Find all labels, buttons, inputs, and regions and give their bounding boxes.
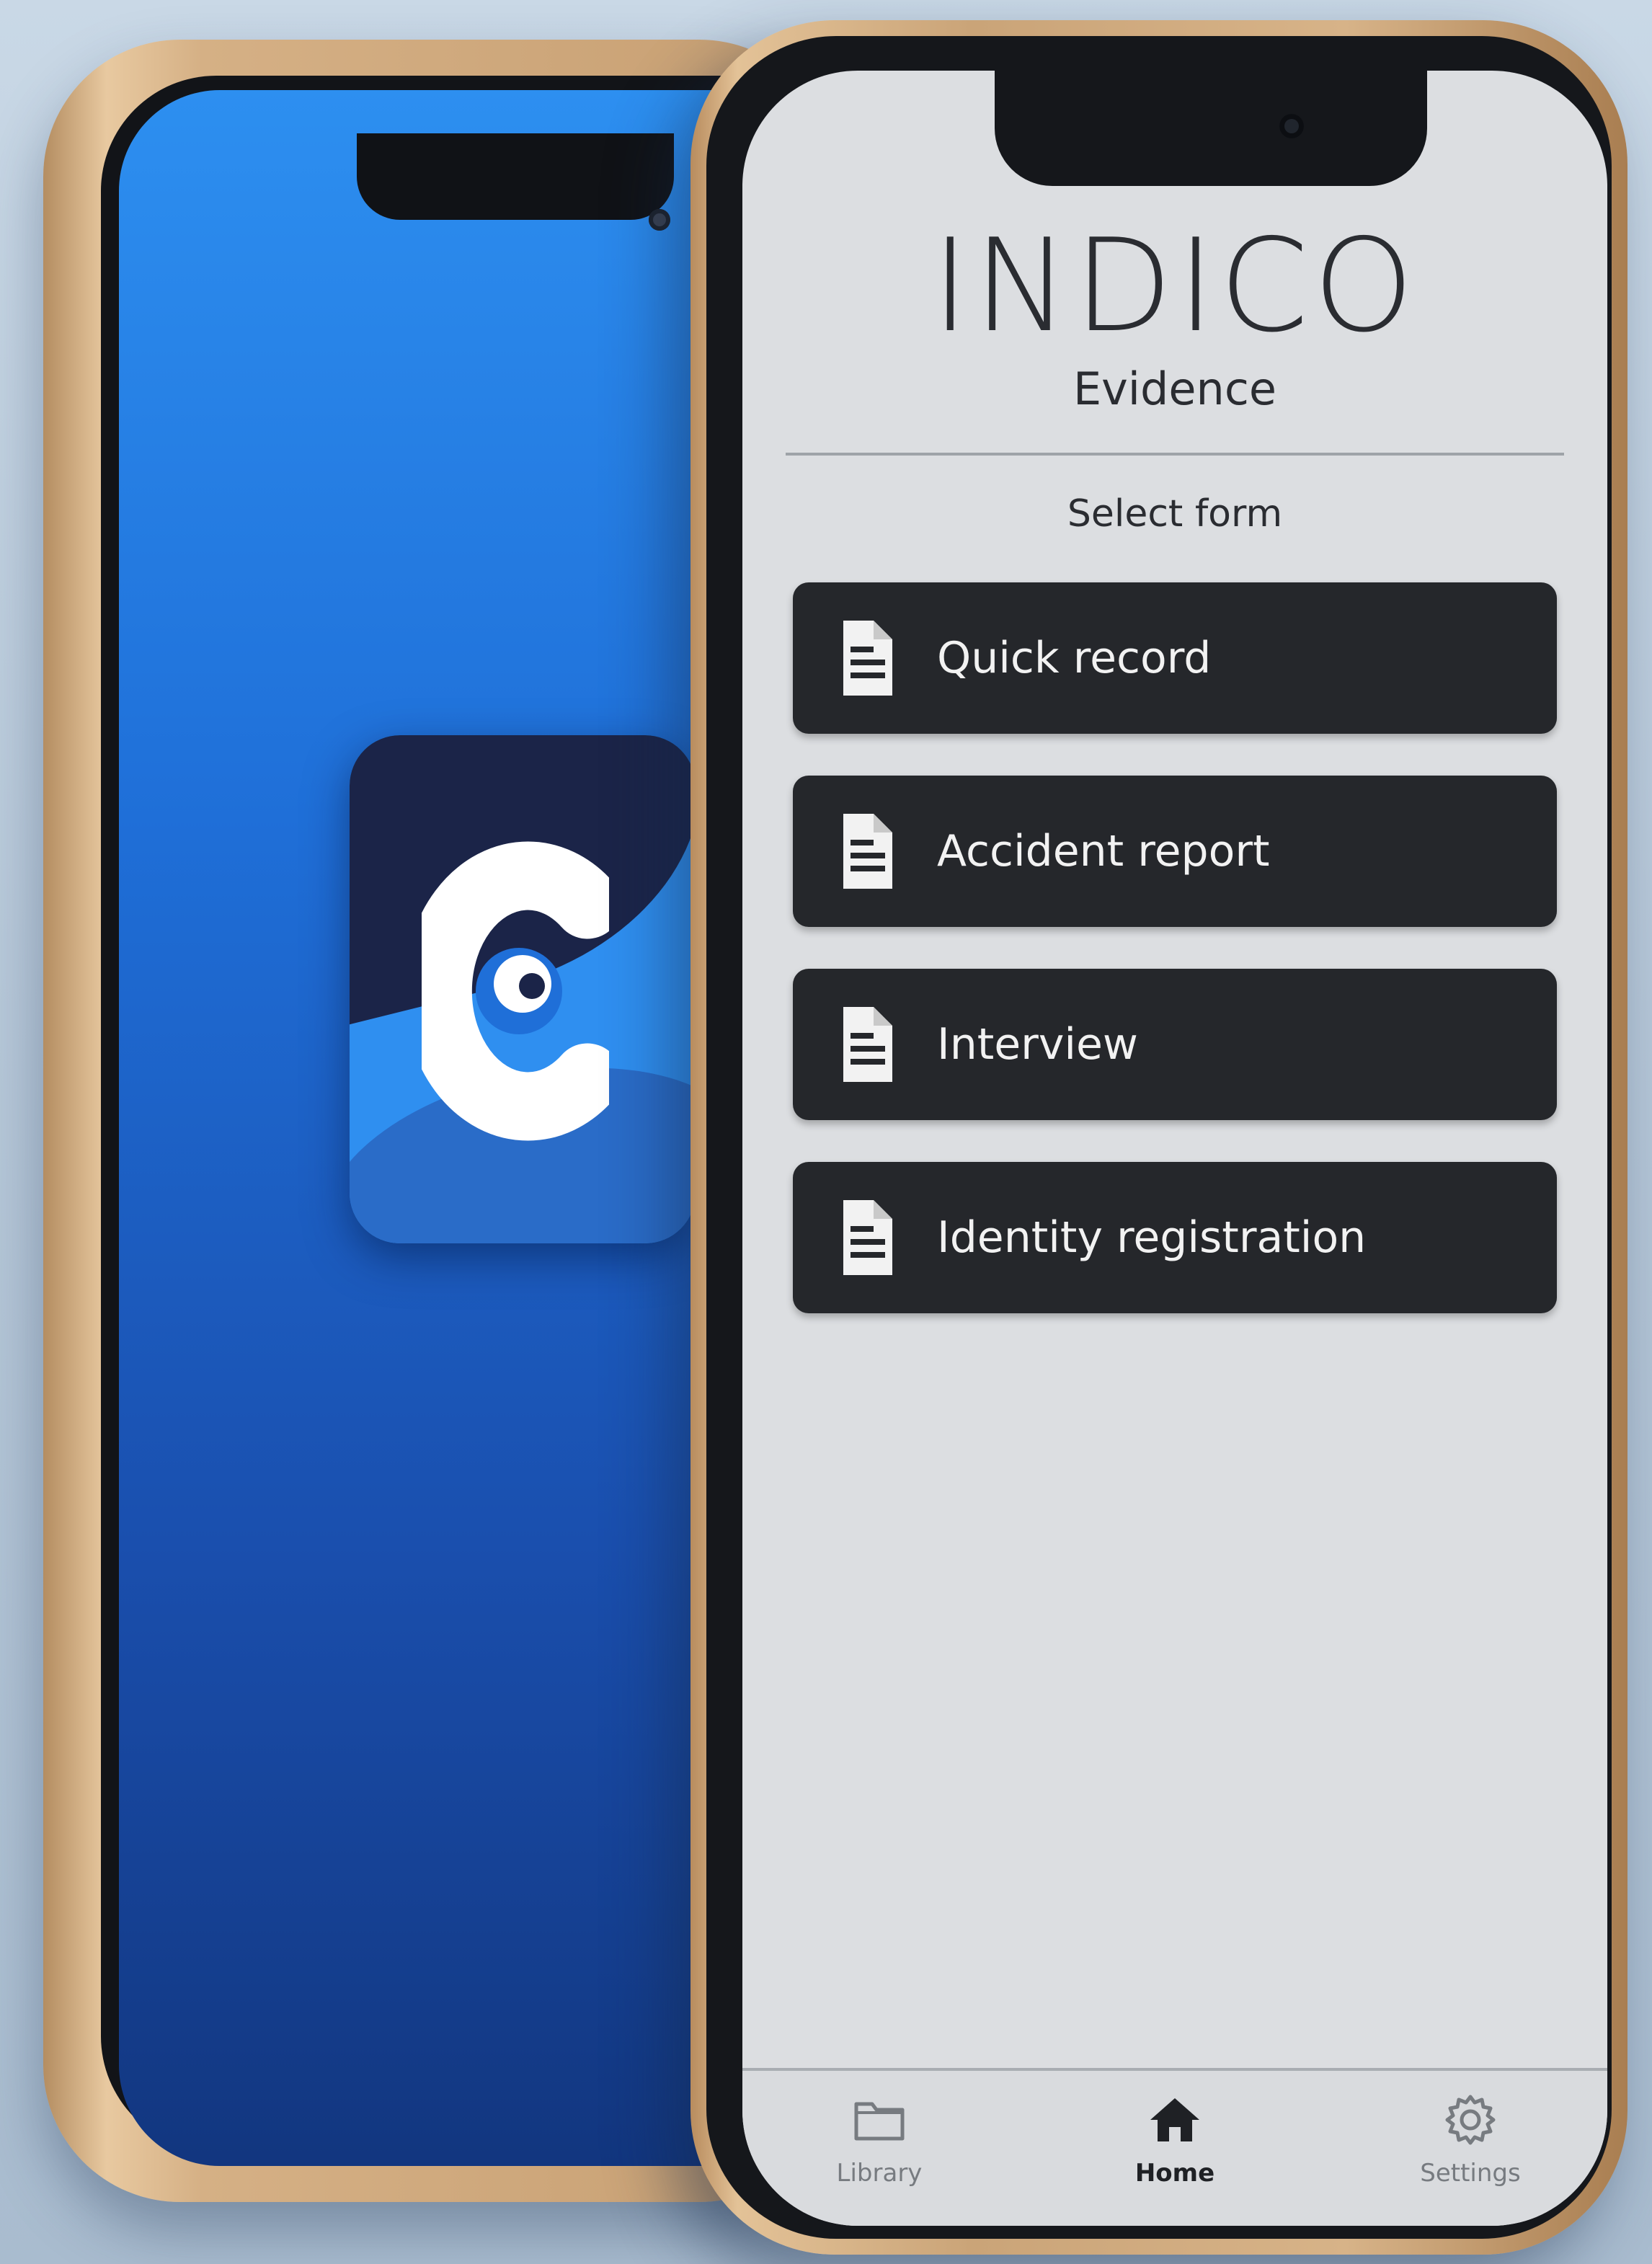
tab-label: Library [836, 2159, 923, 2188]
interview-button[interactable]: Interview [793, 969, 1557, 1120]
app-icon[interactable] [350, 735, 696, 1243]
tab-library[interactable]: Library [807, 2091, 951, 2188]
camera-icon [1279, 114, 1304, 138]
home-icon [1150, 2098, 1199, 2141]
document-icon [843, 1200, 892, 1275]
app-logo: INDICO [931, 211, 1418, 360]
tab-settings[interactable]: Settings [1398, 2091, 1542, 2188]
document-icon [843, 814, 892, 889]
front-phone-bezel: INDICO Evidence Select form Quick record [706, 36, 1612, 2239]
notch [995, 71, 1427, 186]
form-label: Quick record [937, 633, 1212, 683]
form-label: Identity registration [937, 1212, 1367, 1263]
document-icon [843, 1007, 892, 1082]
folder-icon [854, 2102, 905, 2141]
quick-record-button[interactable]: Quick record [793, 582, 1557, 734]
form-label: Interview [937, 1019, 1138, 1070]
form-list: Quick record Accident report Interview I… [793, 582, 1557, 1355]
document-icon [843, 621, 892, 696]
app-screen: INDICO Evidence Select form Quick record [742, 71, 1607, 2226]
gear-icon [1445, 2095, 1496, 2145]
camera-icon [649, 209, 670, 231]
page-subtitle: Evidence [1073, 363, 1277, 415]
divider [786, 453, 1564, 456]
section-label: Select form [1067, 492, 1283, 536]
front-phone: INDICO Evidence Select form Quick record [690, 20, 1627, 2255]
app-logo-c-icon [422, 841, 609, 1141]
tab-label: Home [1134, 2159, 1215, 2188]
tab-home[interactable]: Home [1103, 2091, 1247, 2188]
form-label: Accident report [937, 826, 1270, 876]
tab-label: Settings [1420, 2159, 1521, 2188]
notch [357, 133, 674, 220]
accident-report-button[interactable]: Accident report [793, 776, 1557, 927]
bottom-tab-bar: Library Home Settings [742, 2068, 1607, 2226]
identity-registration-button[interactable]: Identity registration [793, 1162, 1557, 1313]
